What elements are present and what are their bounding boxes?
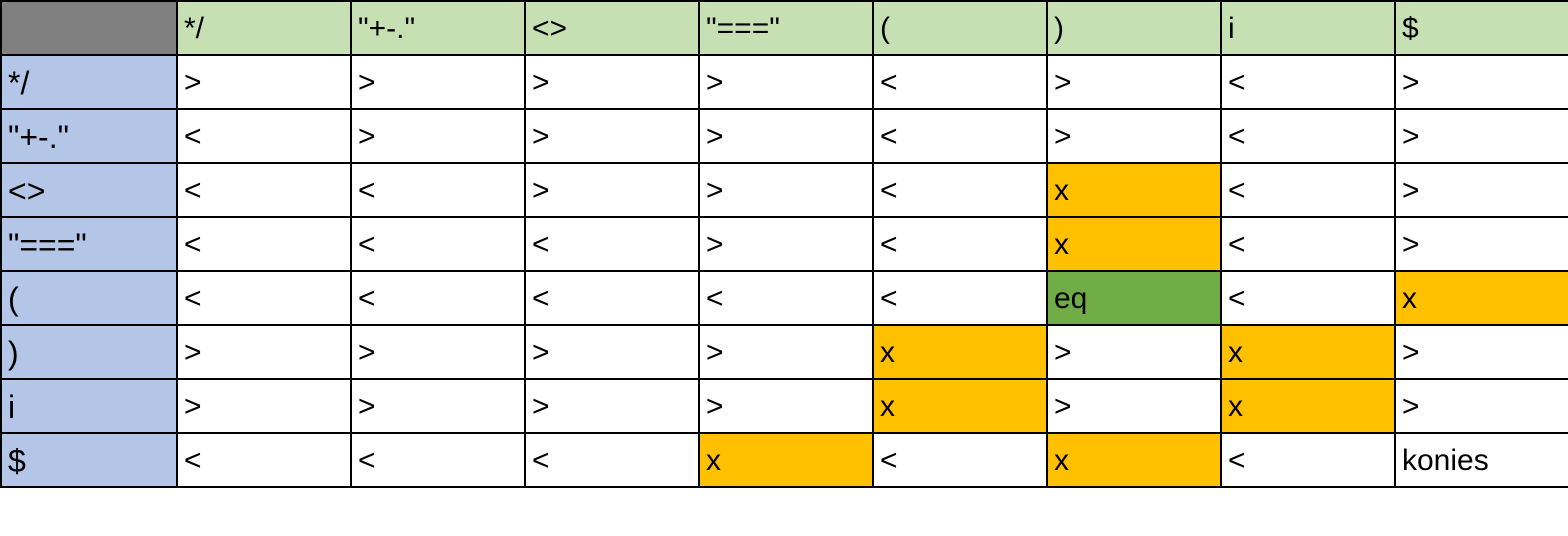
table-cell[interactable]: x: [1220, 378, 1396, 434]
table-cell[interactable]: >: [1046, 378, 1222, 434]
table-cell[interactable]: x: [1046, 432, 1222, 488]
table-cell[interactable]: >: [176, 324, 352, 380]
table-cell[interactable]: >: [1046, 108, 1222, 164]
table-cell[interactable]: <: [872, 162, 1048, 218]
column-header-cell[interactable]: (: [872, 0, 1048, 56]
table-cell[interactable]: x: [872, 378, 1048, 434]
table-cell[interactable]: <: [524, 270, 700, 326]
table-cell[interactable]: >: [698, 108, 874, 164]
table-cell[interactable]: >: [524, 54, 700, 110]
table-cell[interactable]: <: [872, 270, 1048, 326]
table-cell[interactable]: eq: [1046, 270, 1222, 326]
table-row: (< < < < < eq < x: [0, 270, 1568, 326]
table-row: ) > > > > x > x >: [0, 324, 1568, 380]
table-cell[interactable]: >: [1394, 378, 1568, 434]
table-cell[interactable]: <: [350, 216, 526, 272]
column-header-cell[interactable]: "+-.": [350, 0, 526, 56]
row-header-cell[interactable]: $: [0, 432, 178, 488]
table-cell[interactable]: <: [176, 216, 352, 272]
table-cell[interactable]: >: [350, 54, 526, 110]
row-header-cell[interactable]: <>: [0, 162, 178, 218]
table-cell[interactable]: <: [872, 108, 1048, 164]
table-cell[interactable]: >: [1046, 324, 1222, 380]
table-cell[interactable]: x: [1046, 162, 1222, 218]
column-header-cell[interactable]: ): [1046, 0, 1222, 56]
table-row: i > > > > x > x >: [0, 378, 1568, 434]
row-header-cell[interactable]: "===": [0, 216, 178, 272]
row-header-cell[interactable]: i: [0, 378, 178, 434]
table-cell[interactable]: >: [1394, 324, 1568, 380]
corner-cell[interactable]: [0, 0, 178, 56]
table-cell[interactable]: >: [524, 324, 700, 380]
table-cell[interactable]: <: [524, 432, 700, 488]
table-cell[interactable]: <: [1220, 216, 1396, 272]
table-row: "+-." < > > > < > < >: [0, 108, 1568, 164]
table-cell[interactable]: >: [698, 162, 874, 218]
table-cell[interactable]: >: [1046, 54, 1222, 110]
table-row: <> < < > > < x < >: [0, 162, 1568, 218]
row-header-cell[interactable]: */: [0, 54, 178, 110]
table-cell[interactable]: <: [872, 432, 1048, 488]
row-header-cell[interactable]: ): [0, 324, 178, 380]
table-cell[interactable]: x: [698, 432, 874, 488]
table-row: */> > > > < > < >: [0, 54, 1568, 110]
table-cell[interactable]: >: [350, 108, 526, 164]
column-header-cell[interactable]: i: [1220, 0, 1396, 56]
table-cell[interactable]: <: [872, 216, 1048, 272]
table-cell[interactable]: <: [176, 108, 352, 164]
precedence-table-body: */"+-." <> "==="() i $ */> > > > < > < > "+-." < > > > < >…: [0, 0, 1568, 488]
table-cell[interactable]: x: [872, 324, 1048, 380]
table-cell[interactable]: >: [350, 378, 526, 434]
table-cell[interactable]: konies: [1394, 432, 1568, 488]
table-cell[interactable]: <: [1220, 162, 1396, 218]
table-cell[interactable]: x: [1220, 324, 1396, 380]
table-cell[interactable]: >: [1394, 54, 1568, 110]
table-cell[interactable]: >: [698, 324, 874, 380]
column-header-cell[interactable]: "===": [698, 0, 874, 56]
table-cell[interactable]: <: [1220, 270, 1396, 326]
table-cell[interactable]: >: [350, 324, 526, 380]
table-cell[interactable]: >: [176, 54, 352, 110]
table-cell[interactable]: <: [176, 270, 352, 326]
row-header-cell[interactable]: "+-.": [0, 108, 178, 164]
table-cell[interactable]: <: [176, 432, 352, 488]
column-header-row: */"+-." <> "==="() i $: [0, 0, 1568, 56]
table-row: $ < < < x < x < konies: [0, 432, 1568, 488]
table-cell[interactable]: >: [524, 378, 700, 434]
precedence-table: */"+-." <> "==="() i $ */> > > > < > < > "+-." < > > > < >…: [0, 0, 1568, 488]
table-cell[interactable]: x: [1046, 216, 1222, 272]
table-cell[interactable]: <: [350, 432, 526, 488]
table-cell[interactable]: >: [524, 108, 700, 164]
table-cell[interactable]: <: [350, 270, 526, 326]
table-cell[interactable]: >: [698, 216, 874, 272]
table-cell[interactable]: >: [698, 54, 874, 110]
table-cell[interactable]: <: [1220, 108, 1396, 164]
table-cell[interactable]: >: [176, 378, 352, 434]
table-cell[interactable]: <: [698, 270, 874, 326]
column-header-cell[interactable]: $: [1394, 0, 1568, 56]
table-cell[interactable]: x: [1394, 270, 1568, 326]
table-cell[interactable]: <: [1220, 432, 1396, 488]
table-cell[interactable]: >: [1394, 162, 1568, 218]
table-cell[interactable]: >: [698, 378, 874, 434]
table-cell[interactable]: <: [1220, 54, 1396, 110]
table-cell[interactable]: <: [524, 216, 700, 272]
table-cell[interactable]: <: [176, 162, 352, 218]
column-header-cell[interactable]: <>: [524, 0, 700, 56]
table-cell[interactable]: >: [1394, 216, 1568, 272]
column-header-cell[interactable]: */: [176, 0, 352, 56]
table-cell[interactable]: >: [1394, 108, 1568, 164]
table-cell[interactable]: <: [350, 162, 526, 218]
row-header-cell[interactable]: (: [0, 270, 178, 326]
table-row: "===" < < < > < x < >: [0, 216, 1568, 272]
table-cell[interactable]: >: [524, 162, 700, 218]
table-cell[interactable]: <: [872, 54, 1048, 110]
